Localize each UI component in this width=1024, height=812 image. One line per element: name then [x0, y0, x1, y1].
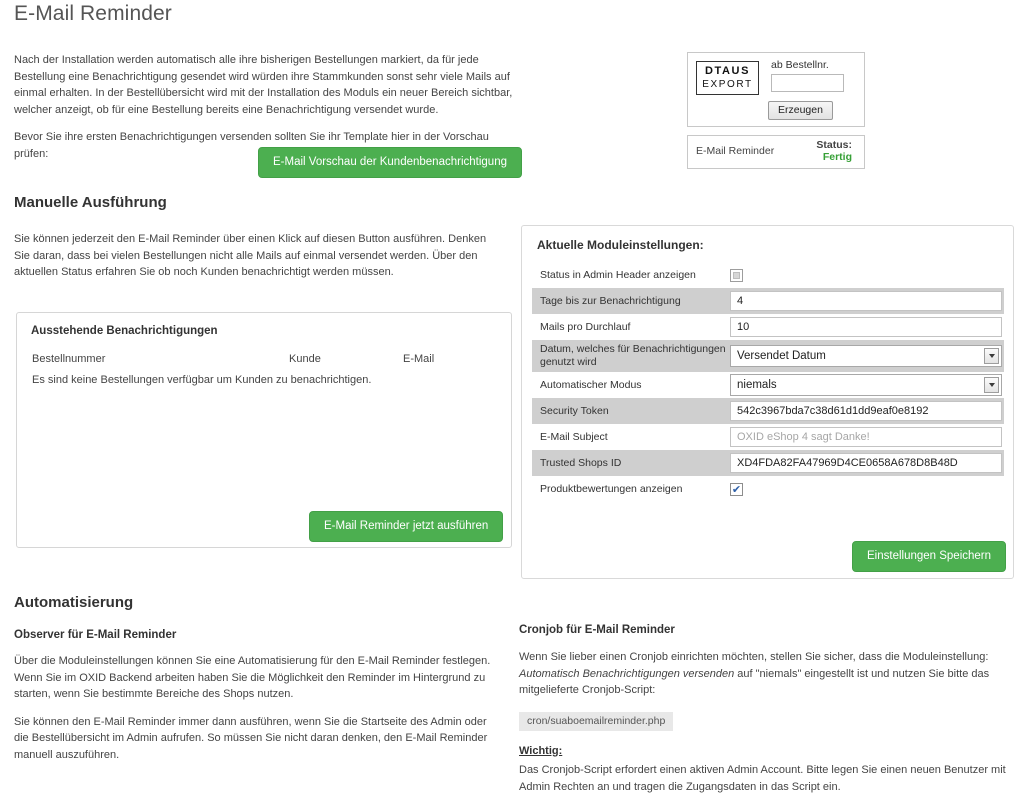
manual-execution-description: Sie können jederzeit den E-Mail Reminder… — [14, 233, 487, 278]
dtaus-export-card: DTAUS EXPORT ab Bestellnr. Erzeugen — [687, 52, 865, 127]
setting-field-wrapper: Versendet Datum — [730, 345, 1004, 367]
settings-rows-container: Status in Admin Header anzeigen Tage bis … — [532, 262, 1004, 502]
setting-label: Tage bis zur Benachrichtigung — [540, 294, 681, 307]
setting-row: Status in Admin Header anzeigen — [532, 262, 1004, 288]
cronjob-important-block: Wichtig: Das Cronjob-Script erfordert ein… — [519, 743, 1019, 796]
column-header-order-number: Bestellnummer — [32, 353, 106, 365]
setting-checkbox-checked[interactable]: ✔ — [730, 482, 743, 496]
setting-select[interactable]: niemals — [730, 374, 1002, 396]
table-empty-message: Es sind keine Bestellungen verfügbar um … — [32, 374, 372, 386]
important-label: Wichtig: — [519, 744, 563, 757]
email-reminder-admin-page: E-Mail Reminder Nach der Installation we… — [0, 0, 1024, 812]
setting-label: Trusted Shops ID — [540, 456, 622, 469]
setting-label: Security Token — [540, 404, 609, 417]
setting-row: Tage bis zur Benachrichtigung — [532, 288, 1004, 314]
cronjob-script-path: cron/suaboemailreminder.php — [519, 711, 674, 731]
pending-notifications-table: Bestellnummer Kunde E-Mail Es sind keine… — [32, 353, 499, 386]
settings-panel-title: Aktuelle Moduleinstellungen: — [537, 238, 704, 252]
setting-row: Trusted Shops ID — [532, 450, 1004, 476]
important-text: Das Cronjob-Script erfordert einen aktiv… — [519, 764, 1006, 793]
table-header-row: Bestellnummer Kunde E-Mail — [32, 353, 499, 372]
column-header-email: E-Mail — [403, 353, 435, 365]
observer-paragraph-2: Sie können den E-Mail Reminder immer dan… — [14, 715, 488, 761]
dtaus-order-number-label: ab Bestellnr. — [771, 59, 829, 71]
setting-row: Security Token — [532, 398, 1004, 424]
checkbox-inner — [733, 271, 740, 279]
email-preview-button[interactable]: E-Mail Vorschau der Kundenbenachrichtigu… — [258, 147, 522, 178]
setting-label: Produktbewertungen anzeigen — [540, 482, 683, 495]
reminder-status-card: E-Mail Reminder Status: Fertig — [687, 135, 865, 169]
setting-field-wrapper: ✔ — [730, 482, 1004, 496]
status-card-label: Status: — [816, 139, 852, 151]
save-settings-button[interactable]: Einstellungen Speichern — [852, 541, 1007, 572]
cronjob-text-before: Wenn Sie lieber einen Cronjob einrichten… — [519, 651, 989, 663]
setting-label: Datum, welches für Benachrichtigungen ge… — [540, 343, 726, 368]
module-settings-panel: Aktuelle Moduleinstellungen: Status in A… — [521, 225, 1014, 579]
setting-field-wrapper — [730, 453, 1004, 473]
setting-row: Datum, welches für Benachrichtigungen ge… — [532, 340, 1004, 372]
setting-row: Produktbewertungen anzeigen ✔ — [532, 476, 1004, 502]
manual-execution-section: Manuelle Ausführung Sie können jederzeit… — [14, 194, 514, 281]
cronjob-description: Wenn Sie lieber einen Cronjob einrichten… — [519, 649, 1019, 699]
intro-paragraph-1: Nach der Installation werden automatisch… — [14, 54, 513, 116]
setting-checkbox-unchecked[interactable] — [730, 268, 743, 282]
setting-text-input[interactable] — [730, 317, 1002, 337]
setting-label: Status in Admin Header anzeigen — [540, 268, 696, 281]
manual-execution-heading: Manuelle Ausführung — [14, 194, 167, 211]
observer-paragraph-1: Über die Moduleinstellungen können Sie e… — [14, 655, 491, 700]
check-icon: ✔ — [731, 482, 742, 496]
setting-field-wrapper — [730, 401, 1004, 421]
setting-field-wrapper — [730, 427, 1004, 447]
chevron-down-icon[interactable] — [984, 348, 999, 364]
setting-label: Automatischer Modus — [540, 378, 642, 391]
intro-section: Nach der Installation werden automatisch… — [14, 52, 514, 162]
observer-subtitle: Observer für E-Mail Reminder — [14, 629, 177, 641]
setting-label: E-Mail Subject — [540, 430, 608, 443]
status-badge: Fertig — [822, 151, 852, 163]
setting-row: Mails pro Durchlauf — [532, 314, 1004, 340]
setting-select-value: Versendet Datum — [737, 350, 826, 362]
page-title: E-Mail Reminder — [14, 2, 172, 25]
status-card-name: E-Mail Reminder — [696, 145, 775, 157]
automation-section: Automatisierung Observer für E-Mail Remi… — [14, 594, 504, 763]
setting-field-wrapper: niemals — [730, 374, 1004, 396]
run-reminder-button[interactable]: E-Mail Reminder jetzt ausführen — [309, 511, 504, 542]
dtaus-logo: DTAUS EXPORT — [696, 61, 759, 95]
setting-text-input[interactable] — [730, 401, 1002, 421]
setting-text-input[interactable] — [730, 453, 1002, 473]
chevron-down-icon[interactable] — [984, 377, 999, 393]
setting-text-input[interactable] — [730, 427, 1002, 447]
setting-row: Automatischer Modus niemals — [532, 372, 1004, 398]
setting-label: Mails pro Durchlauf — [540, 320, 631, 333]
setting-field-wrapper — [730, 317, 1004, 337]
column-header-customer: Kunde — [289, 353, 321, 365]
setting-select[interactable]: Versendet Datum — [730, 345, 1002, 367]
setting-text-input[interactable] — [730, 291, 1002, 311]
setting-row: E-Mail Subject — [532, 424, 1004, 450]
cronjob-section: Cronjob für E-Mail Reminder Wenn Sie lie… — [519, 624, 1019, 795]
setting-field-wrapper — [730, 268, 1004, 282]
dtaus-logo-line1: DTAUS — [704, 65, 751, 77]
dtaus-order-number-input[interactable] — [771, 74, 844, 92]
cronjob-setting-name: Automatisch Benachrichtigungen versenden — [519, 667, 735, 680]
dtaus-logo-line2: EXPORT — [702, 79, 753, 90]
setting-field-wrapper — [730, 291, 1004, 311]
setting-select-value: niemals — [737, 379, 777, 391]
automation-heading: Automatisierung — [14, 594, 134, 611]
cronjob-subtitle: Cronjob für E-Mail Reminder — [519, 624, 675, 636]
dtaus-generate-button[interactable]: Erzeugen — [768, 101, 833, 120]
pending-notifications-title: Ausstehende Benachrichtigungen — [31, 325, 218, 337]
